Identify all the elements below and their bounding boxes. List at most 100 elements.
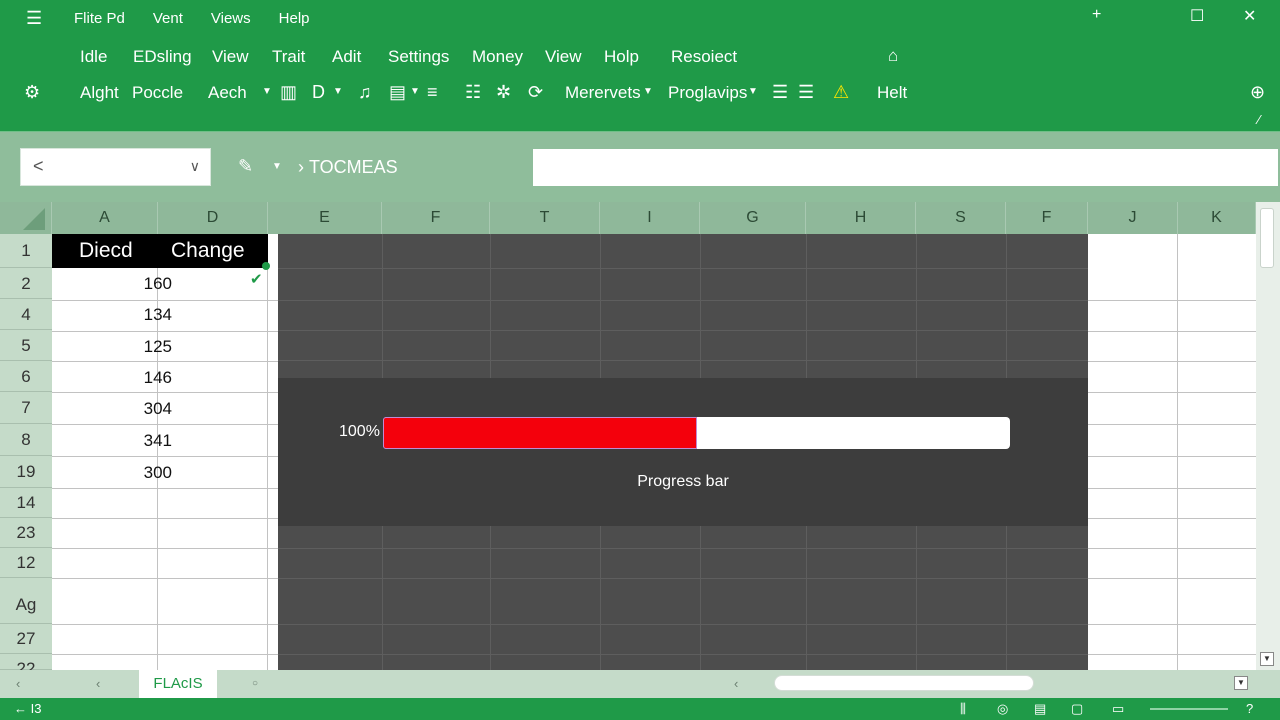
home-icon[interactable]: ⌂ xyxy=(888,46,898,66)
menu-help[interactable]: Help xyxy=(279,10,310,27)
page-break-icon[interactable]: ▢ xyxy=(1071,701,1083,717)
row-header[interactable]: 6 xyxy=(0,361,52,392)
poccle-button[interactable]: Poccle xyxy=(132,83,183,103)
column-header[interactable]: I xyxy=(600,202,700,234)
help-icon[interactable]: ? xyxy=(1246,701,1253,716)
tab-settings[interactable]: Settings xyxy=(388,47,449,67)
tab-holp[interactable]: Holp xyxy=(604,47,639,67)
row-header[interactable]: 8 xyxy=(0,424,52,456)
layout-icon[interactable]: ⫼ xyxy=(960,701,966,717)
scroll-left-icon[interactable]: ‹ xyxy=(734,676,738,691)
back-chevron-icon[interactable]: < xyxy=(33,156,44,177)
align-right-icon[interactable]: ☰ xyxy=(798,82,814,103)
header-cell[interactable]: Diecd xyxy=(52,234,158,268)
app-menu-icon[interactable]: ☰ xyxy=(26,8,42,29)
column-header[interactable]: E xyxy=(268,202,382,234)
row-header[interactable]: 4 xyxy=(0,299,52,330)
chevron-down-icon[interactable]: ▼ xyxy=(333,86,343,97)
column-header[interactable]: G xyxy=(700,202,806,234)
tab-money[interactable]: Money xyxy=(472,47,523,67)
close-button[interactable]: ✕ xyxy=(1243,6,1256,26)
pin-icon[interactable]: ⁄ xyxy=(1258,112,1260,127)
row-header[interactable]: 22 xyxy=(0,654,52,670)
row-header[interactable]: 19 xyxy=(0,456,52,488)
column-header[interactable]: J xyxy=(1088,202,1178,234)
new-window-button[interactable]: + xyxy=(1092,6,1101,24)
tab-adit[interactable]: Adit xyxy=(332,47,361,67)
document-icon[interactable]: ▤ xyxy=(389,82,406,103)
column-header[interactable]: A xyxy=(52,202,158,234)
page-icon[interactable]: ▤ xyxy=(1034,701,1046,717)
help-button[interactable]: Helt xyxy=(877,83,907,103)
merervets-dropdown[interactable]: Merervets xyxy=(565,83,641,103)
table-cell[interactable]: 134 xyxy=(52,305,172,325)
row-header[interactable]: 23 xyxy=(0,518,52,548)
column-header[interactable]: F xyxy=(382,202,490,234)
table-cell[interactable]: 160 xyxy=(52,274,172,294)
table-cell[interactable]: 304 xyxy=(52,399,172,419)
chevron-down-icon[interactable]: ∨ xyxy=(190,158,200,175)
chevron-down-icon[interactable]: ▼ xyxy=(410,86,420,97)
aech-dropdown[interactable]: Aech xyxy=(208,83,247,103)
row-header[interactable]: Ag xyxy=(0,578,52,624)
tab-view[interactable]: View xyxy=(212,47,249,67)
tools-icon[interactable]: ✲ xyxy=(496,82,511,103)
column-header[interactable]: T xyxy=(490,202,600,234)
table-cell[interactable]: 341 xyxy=(52,431,172,451)
tab-view-2[interactable]: View xyxy=(545,47,582,67)
horizontal-scrollbar[interactable] xyxy=(774,675,1034,691)
column-header[interactable]: S xyxy=(916,202,1006,234)
chevron-down-icon[interactable]: ▼ xyxy=(1234,676,1248,690)
edit-pen-icon[interactable]: ✎ xyxy=(238,156,253,177)
first-sheet-icon[interactable]: ‹ xyxy=(16,676,20,691)
row-header[interactable]: 5 xyxy=(0,330,52,361)
menu-views[interactable]: Views xyxy=(211,10,251,27)
clipboard-icon[interactable]: ▥ xyxy=(280,82,297,103)
formula-input[interactable] xyxy=(533,149,1278,186)
add-sheet-icon[interactable]: ○ xyxy=(252,678,258,689)
table-cell[interactable]: 125 xyxy=(52,337,172,357)
tab-idle[interactable]: Idle xyxy=(80,47,107,67)
settings-gear-icon[interactable]: ⚙ xyxy=(24,82,40,103)
select-all-corner[interactable] xyxy=(0,202,52,234)
column-header[interactable]: K xyxy=(1178,202,1256,234)
tab-edsling[interactable]: EDsling xyxy=(133,47,192,67)
proglavips-dropdown[interactable]: Proglavips xyxy=(668,83,747,103)
add-circle-icon[interactable]: ⊕ xyxy=(1250,82,1265,103)
column-header[interactable]: H xyxy=(806,202,916,234)
row-header[interactable]: 12 xyxy=(0,548,52,578)
chevron-down-icon[interactable]: ▼ xyxy=(643,86,653,97)
sheet-tab[interactable]: FLAcIS xyxy=(139,670,217,698)
name-box[interactable]: < ∨ xyxy=(20,148,211,186)
shape-d-icon[interactable]: D xyxy=(312,82,325,103)
list-icon[interactable]: ☷ xyxy=(465,82,481,103)
row-header[interactable]: 14 xyxy=(0,488,52,518)
tab-resoiect[interactable]: Resoiect xyxy=(671,47,737,67)
maximize-button[interactable]: ☐ xyxy=(1190,6,1204,26)
chevron-down-icon[interactable]: ▼ xyxy=(262,86,272,97)
zoom-slider[interactable] xyxy=(1150,708,1228,710)
row-header[interactable]: 1 xyxy=(0,234,52,268)
column-header[interactable]: F xyxy=(1006,202,1088,234)
scroll-down-icon[interactable]: ▼ xyxy=(1260,652,1274,666)
menu-vent[interactable]: Vent xyxy=(153,10,183,27)
table-cell[interactable]: 146 xyxy=(52,368,172,388)
refresh-icon[interactable]: ⟳ xyxy=(528,82,543,103)
chevron-down-icon[interactable]: ▼ xyxy=(272,161,282,172)
breadcrumb[interactable]: › TOCMEAS xyxy=(298,157,398,178)
menu-file[interactable]: Flite Pd xyxy=(74,10,125,27)
prev-sheet-icon[interactable]: ‹ xyxy=(96,676,100,691)
view-icon[interactable]: ◎ xyxy=(997,701,1008,717)
row-header[interactable]: 7 xyxy=(0,392,52,424)
scroll-thumb[interactable] xyxy=(1260,208,1274,268)
warning-icon[interactable]: ⚠ xyxy=(833,82,849,103)
header-cell[interactable]: Change xyxy=(158,234,268,268)
format-icon[interactable]: ≡ xyxy=(427,82,438,103)
column-header[interactable]: D xyxy=(158,202,268,234)
table-cell[interactable]: 300 xyxy=(52,463,172,483)
align-button[interactable]: Alght xyxy=(80,83,119,103)
vertical-scrollbar[interactable]: ▼ xyxy=(1256,202,1280,670)
chevron-down-icon[interactable]: ▼ xyxy=(748,86,758,97)
music-note-icon[interactable]: ♫ xyxy=(358,82,372,103)
align-left-icon[interactable]: ☰ xyxy=(772,82,788,103)
